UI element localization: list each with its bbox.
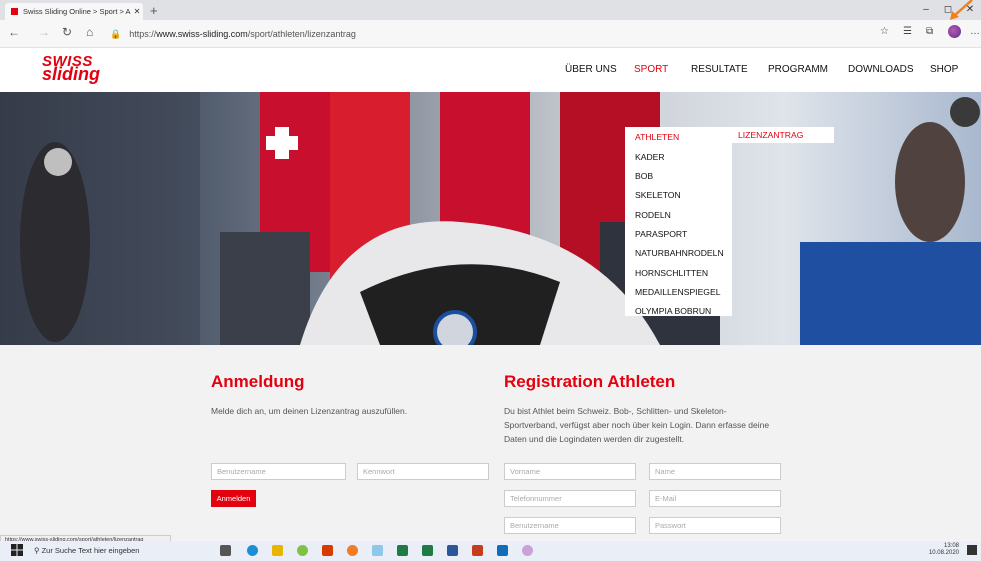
dropdown-item-athleten[interactable]: ATHLETEN [635,132,679,142]
search-icon: ⚲ [34,546,42,555]
new-tab-button[interactable]: + [150,3,158,18]
dropdown-item-parasport[interactable]: PARASPORT [635,229,687,239]
login-heading: Anmeldung [211,372,305,391]
email-input[interactable]: E-Mail [649,490,781,507]
profile-avatar[interactable] [948,25,961,38]
username-input[interactable]: Benutzername [211,463,346,480]
dropdown-item-olympia-bobrun[interactable]: OLYMPIA BOBRUN [635,306,711,316]
clock-date: 10.08.2020 [928,550,959,556]
taskbar-search[interactable]: ⚲ Zur Suche Text hier eingeben [34,544,184,558]
edge-browser-icon[interactable] [247,545,258,556]
site-header: SWISS sliding ÜBER UNS SPORT RESULTATE P… [0,48,981,92]
login-description: Melde dich an, um deinen Lizenzantrag au… [211,406,408,416]
dropdown-item-bob[interactable]: BOB [635,171,653,181]
site-favicon [11,8,18,15]
home-icon[interactable]: ⌂ [86,25,93,39]
forward-icon[interactable]: → [38,25,50,39]
dropdown-item-kader[interactable]: KADER [635,152,665,162]
nav-item-resultate[interactable]: RESULTATE [691,64,748,75]
outlook-icon[interactable] [497,545,508,556]
nav-item-programm[interactable]: PROGRAMM [768,64,828,75]
powerpoint-icon[interactable] [322,545,333,556]
address-bar: ← → ↻ ⌂ 🔒 https://www.swiss-sliding.com /… [0,20,981,48]
phone-input[interactable]: Telefonnummer [504,490,636,507]
file-explorer-icon[interactable] [272,545,283,556]
reg-password-input[interactable]: Passwort [649,517,781,534]
nav-item-ueber-uns[interactable]: ÜBER UNS [565,64,617,75]
more-menu-icon[interactable]: … [970,26,980,37]
back-icon[interactable]: ← [8,25,20,39]
clock-time: 13:08 [943,543,959,549]
login-button[interactable]: Anmelden [211,490,256,507]
website-content: SWISS sliding ÜBER UNS SPORT RESULTATE P… [0,48,981,540]
url-path: /sport/athleten/lizenzantrag [247,29,356,39]
nav-item-downloads[interactable]: DOWNLOADS [848,64,914,75]
collections-icon[interactable]: ⧉ [926,26,933,37]
submenu-item-lizenzantrag[interactable]: LIZENZANTRAG [732,127,834,143]
system-clock[interactable]: 13:08 10.08.2020 [929,543,959,557]
windows-taskbar: ⚲ Zur Suche Text hier eingeben 13:08 10.… [0,541,981,561]
lock-icon: 🔒 [110,28,122,39]
dropdown-item-rodeln[interactable]: RODELN [635,210,671,220]
excel-icon[interactable] [397,545,408,556]
sport-dropdown-menu: ATHLETEN KADER BOB SKELETON RODELN PARAS… [625,127,732,316]
tab-close-icon[interactable]: ✕ [131,7,143,16]
tab-strip: Swiss Sliding Online > Sport > A ✕ + – ◻… [0,0,981,20]
first-name-input[interactable]: Vorname [504,463,636,480]
taskbar-search-placeholder: Zur Suche Text hier eingeben [41,546,140,555]
dropdown-item-medaillenspiegel[interactable]: MEDAILLENSPIEGEL [635,287,721,297]
annotation-arrow-icon [950,0,973,20]
firefox-icon[interactable] [347,545,358,556]
windows-start-icon[interactable] [11,544,23,556]
chrome-icon[interactable] [297,545,308,556]
refresh-icon[interactable]: ↻ [62,25,72,39]
last-name-input[interactable]: Name [649,463,781,480]
app-icon[interactable] [372,545,383,556]
powerpoint-icon-2[interactable] [472,545,483,556]
hero-bobsleigh-image: ATHLETEN KADER BOB SKELETON RODELN PARAS… [0,92,981,345]
nav-item-shop[interactable]: SHOP [930,64,958,75]
dropdown-item-skeleton[interactable]: SKELETON [635,190,681,200]
word-icon[interactable] [447,545,458,556]
url-field[interactable]: 🔒 https://www.swiss-sliding.com/sport/at… [110,25,860,43]
url-prefix: https:// [129,29,157,39]
paint-icon[interactable] [522,545,533,556]
favorite-star-icon[interactable]: ☆ [880,26,889,37]
excel-icon-2[interactable] [422,545,433,556]
reg-username-input[interactable]: Benutzername [504,517,636,534]
registration-heading: Registration Athleten [504,372,676,391]
browser-tab[interactable]: Swiss Sliding Online > Sport > A ✕ [5,3,143,20]
password-input[interactable]: Kennwort [357,463,489,480]
notification-icon[interactable] [967,545,977,555]
swiss-sliding-logo[interactable]: SWISS sliding [42,54,100,84]
minimize-button[interactable]: – [915,0,937,20]
favorites-list-icon[interactable]: ☰ [903,26,912,37]
url-domain: www.swiss-sliding.com [156,29,248,39]
registration-description: Du bist Athlet beim Schweiz. Bob-, Schli… [504,406,770,444]
tab-title: Swiss Sliding Online > Sport > A [23,7,131,16]
logo-line-2: sliding [42,64,100,84]
task-view-icon[interactable] [220,545,231,556]
nav-item-sport[interactable]: SPORT [634,64,668,75]
dropdown-item-hornschlitten[interactable]: HORNSCHLITTEN [635,268,708,278]
dropdown-item-naturbahnrodeln[interactable]: NATURBAHNRODELN [635,248,724,258]
